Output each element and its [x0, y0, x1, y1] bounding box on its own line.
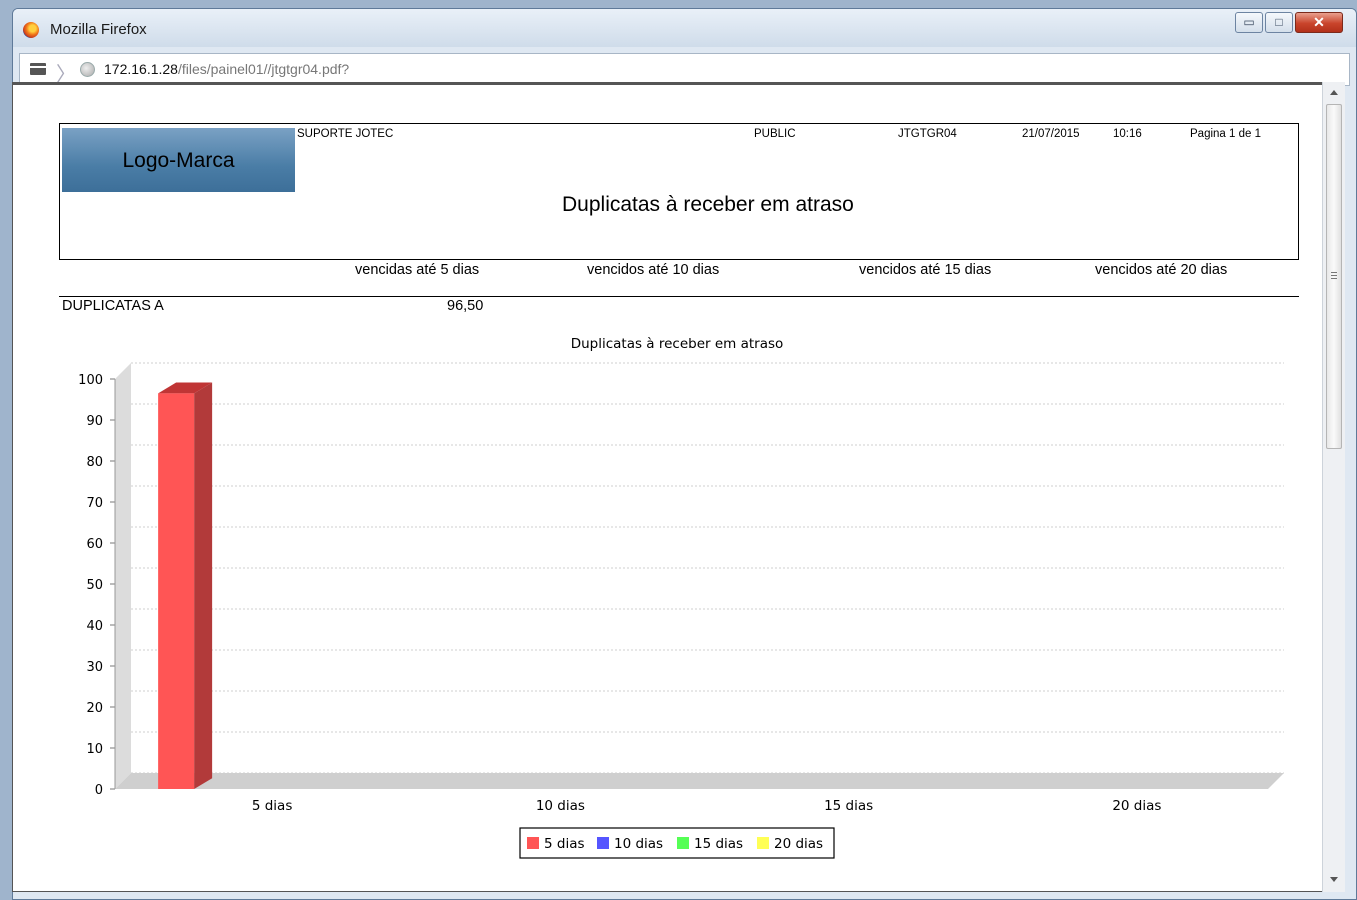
- y-tick-label: 10: [86, 742, 103, 757]
- vertical-scrollbar[interactable]: [1322, 82, 1345, 892]
- x-tick-label: 5 dias: [252, 798, 293, 814]
- bar-chart: Duplicatas à receber em atraso 0 10 20 30 40 5…: [78, 336, 1284, 859]
- chart-floor: [115, 773, 1284, 789]
- x-tick-label: 20 dias: [1112, 798, 1161, 814]
- legend-swatch: [597, 837, 609, 849]
- legend-label: 5 dias: [544, 836, 585, 852]
- bar: [158, 393, 195, 789]
- legend-label: 10 dias: [614, 836, 663, 852]
- legend-label: 15 dias: [694, 836, 743, 852]
- chart-title: Duplicatas à receber em atraso: [571, 336, 784, 352]
- y-tick-label: 50: [86, 578, 103, 593]
- scroll-up-icon[interactable]: [1330, 90, 1338, 95]
- scroll-down-icon[interactable]: [1330, 877, 1338, 882]
- bar-side: [194, 382, 213, 789]
- y-tick-label: 20: [86, 701, 103, 716]
- legend-swatch: [527, 837, 539, 849]
- chart-side-wall: [115, 363, 131, 789]
- y-tick-label: 90: [86, 414, 103, 429]
- legend-swatch: [677, 837, 689, 849]
- y-tick-label: 70: [86, 496, 103, 511]
- y-tick-label: 0: [95, 783, 103, 798]
- y-tick-label: 80: [86, 455, 103, 470]
- x-tick-label: 10 dias: [536, 798, 585, 814]
- y-tick-label: 60: [86, 537, 103, 552]
- scrollbar-thumb[interactable]: [1326, 104, 1342, 449]
- y-tick-label: 100: [78, 373, 103, 388]
- grip-icon: [1331, 272, 1337, 279]
- y-tick-label: 40: [86, 619, 103, 634]
- y-tick-label: 30: [86, 660, 103, 675]
- legend-label: 20 dias: [774, 836, 823, 852]
- x-tick-label: 15 dias: [824, 798, 873, 814]
- legend-swatch: [757, 837, 769, 849]
